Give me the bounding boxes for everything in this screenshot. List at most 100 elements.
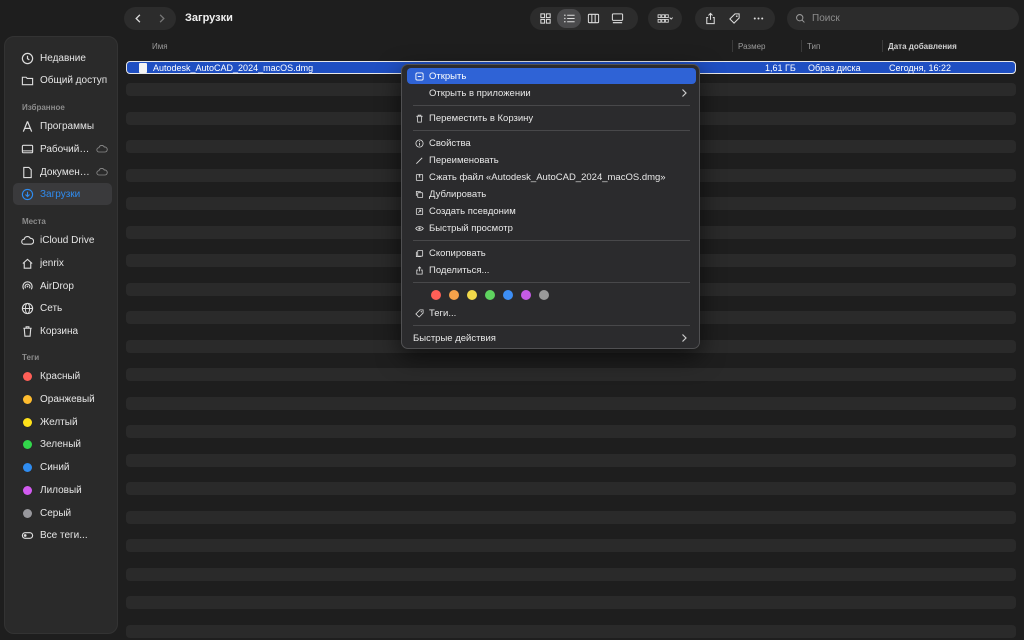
menu-item-label: Скопировать [429,247,486,259]
menu-item-label: Создать псевдоним [429,205,516,217]
column-header-name[interactable]: Имя [152,42,168,51]
menu-item-label: Дублировать [429,188,487,200]
tag-option-orange[interactable] [449,290,459,300]
column-header-kind[interactable]: Тип [807,42,820,51]
chevron-right-icon [682,334,687,342]
share-icon [705,12,715,25]
document-icon [21,166,34,179]
sidebar-item-label: Красный [40,370,81,382]
tag-option-purple[interactable] [521,290,531,300]
menu-item-get-info[interactable]: Свойства [407,135,696,151]
menu-item-label: Сжать файл «Autodesk_AutoCAD_2024_macOS.… [429,171,666,183]
sidebar-item-recents[interactable]: Недавние [13,47,112,69]
group-menu-button[interactable] [651,9,679,28]
ellipsis-icon [753,17,763,20]
tag-blue-dot [23,462,32,472]
sidebar-item-downloads[interactable]: Загрузки [13,183,112,205]
file-name: Autodesk_AutoCAD_2024_macOS.dmg [153,63,314,73]
sidebar-tag-red[interactable]: Красный [13,365,112,387]
column-headers: Имя Размер Тип Дата добавления [126,38,1016,54]
all-tags-icon [21,529,34,542]
clock-icon [21,52,34,65]
tag-yellow-dot [23,417,32,427]
menu-item-copy[interactable]: Скопировать [407,245,696,261]
home-icon [21,257,34,270]
tags-header: Теги [22,353,40,362]
sidebar-item-label: Синий [40,461,70,473]
menu-item-label: Свойства [429,137,471,149]
tag-green-dot [23,439,32,449]
tag-option-blue[interactable] [503,290,513,300]
tag-option-green[interactable] [485,290,495,300]
sidebar-tag-gray[interactable]: Серый [13,502,112,524]
tag-icon [728,13,740,24]
sidebar-item-label: Все теги... [40,529,88,541]
group-by-button[interactable] [648,7,682,30]
column-header-size[interactable]: Размер [738,42,766,51]
gallery-icon [611,13,623,24]
shared-folder-icon [21,74,34,87]
cloud-icon [21,234,34,247]
sidebar-item-desktop[interactable]: Рабочий с... [13,138,112,160]
sidebar-item-trash[interactable]: Корзина [13,320,112,342]
empty-row-stripe [126,510,1016,524]
menu-item-label: Поделиться... [429,264,490,276]
trash-icon [21,325,34,338]
icon-view-button[interactable] [533,9,557,28]
menu-item-duplicate[interactable]: Дублировать [407,186,696,202]
sidebar-item-shared[interactable]: Общий доступ [13,69,112,91]
menu-item-quick-actions[interactable]: Быстрые действия [407,330,696,346]
sidebar-tag-green[interactable]: Зеленый [13,433,112,455]
open-icon [414,71,424,81]
forward-button[interactable] [150,9,173,28]
file-date-added: Сегодня, 16:22 [889,63,952,73]
alias-icon [414,206,424,216]
share-button[interactable] [698,9,722,28]
tag-option-gray[interactable] [539,290,549,300]
sidebar-item-network[interactable]: Сеть [13,297,112,319]
list-view-button[interactable] [557,9,581,28]
search-field[interactable] [787,7,1019,30]
tag-button[interactable] [722,9,746,28]
search-icon [796,14,805,23]
menu-item-label: Теги... [429,307,457,319]
sidebar-item-apps[interactable]: Программы [13,115,112,137]
duplicate-icon [414,189,424,199]
menu-item-compress[interactable]: Сжать файл «Autodesk_AutoCAD_2024_macOS.… [407,169,696,185]
sidebar-item-documents[interactable]: Документы [13,161,112,183]
menu-item-open-with[interactable]: Открыть в приложении [407,85,696,101]
sidebar-tag-purple[interactable]: Лиловый [13,479,112,501]
sidebar-item-icloud-drive[interactable]: iCloud Drive [13,229,112,251]
tag-color-picker [431,290,549,300]
tag-option-red[interactable] [431,290,441,300]
download-icon [21,188,34,201]
menu-item-rename[interactable]: Переименовать [407,152,696,168]
tag-gray-dot [23,508,32,518]
search-input[interactable] [812,13,1002,24]
sidebar-item-home[interactable]: jenrix [13,252,112,274]
menu-item-quick-look[interactable]: Быстрый просмотр [407,220,696,236]
sidebar-tag-yellow[interactable]: Желтый [13,411,112,433]
sidebar-tag-blue[interactable]: Синий [13,456,112,478]
gallery-view-button[interactable] [605,9,629,28]
back-button[interactable] [127,9,150,28]
menu-item-share[interactable]: Поделиться... [407,262,696,278]
chevron-left-icon [135,14,141,23]
menu-item-make-alias[interactable]: Создать псевдоним [407,203,696,219]
column-header-date-added[interactable]: Дата добавления [888,42,957,51]
empty-row-stripe [126,596,1016,609]
apps-icon [21,120,34,133]
menu-item-open[interactable]: Открыть [407,68,696,84]
menu-item-label: Открыть в приложении [429,87,531,99]
sidebar-item-airdrop[interactable]: AirDrop [13,275,112,297]
tag-orange-dot [23,394,32,404]
sidebar-item-label: Программы [40,120,95,132]
tag-red-dot [23,371,32,381]
more-button[interactable] [746,9,770,28]
sidebar-item-all-tags[interactable]: Все теги... [13,524,112,546]
tag-option-yellow[interactable] [467,290,477,300]
menu-item-tags[interactable]: Теги... [407,305,696,321]
column-view-button[interactable] [581,9,605,28]
sidebar-tag-orange[interactable]: Оранжевый [13,388,112,410]
menu-item-move-to-trash[interactable]: Переместить в Корзину [407,110,696,126]
